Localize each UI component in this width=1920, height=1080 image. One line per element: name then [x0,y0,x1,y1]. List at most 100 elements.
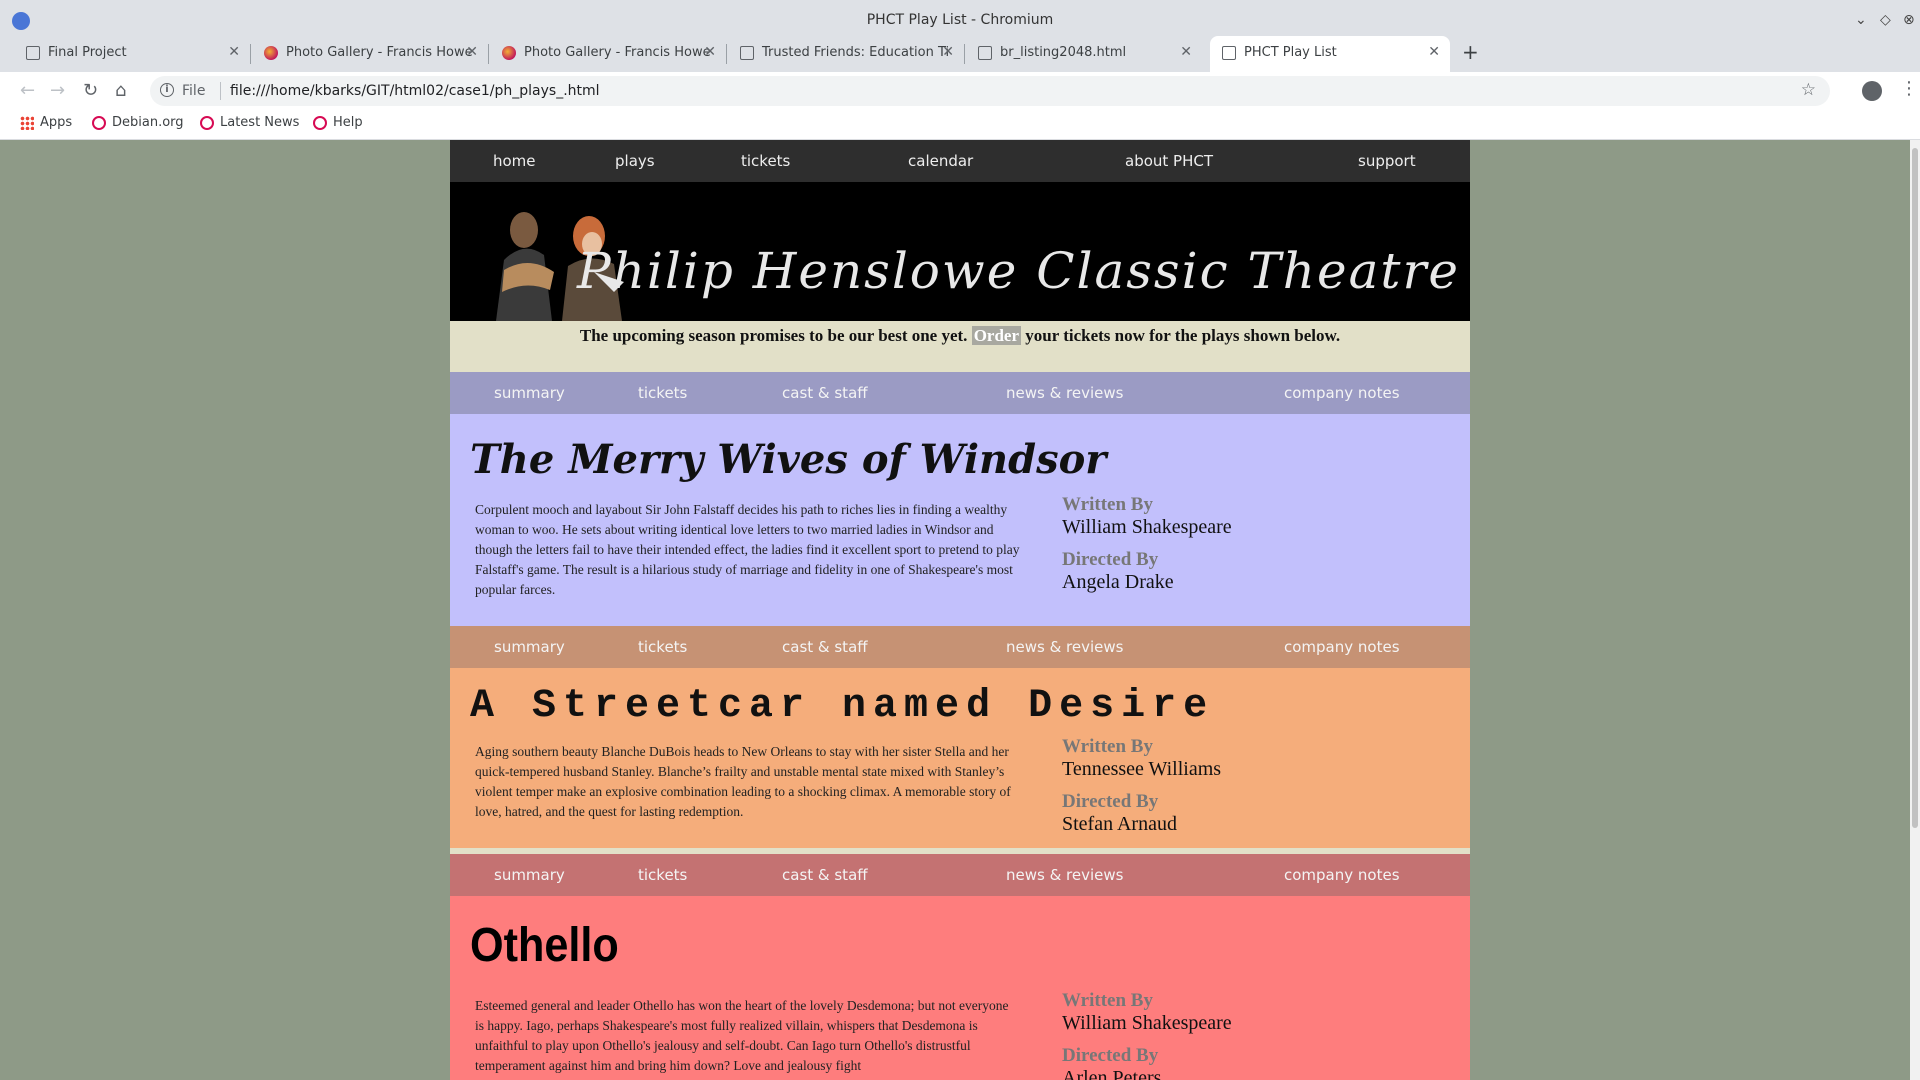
play-subnav-merry-wives: summary tickets cast & staff news & revi… [450,372,1470,414]
tab-final-project[interactable]: Final Project ✕ [14,36,250,72]
tab-label: br_listing2048.html [1000,45,1127,60]
nav-home[interactable]: home [493,152,536,170]
written-by-label: Written By [1062,736,1153,757]
restore-icon[interactable]: ◇ [1880,12,1891,28]
tab-label: PHCT Play List [1244,45,1337,60]
bookmark-apps[interactable]: Apps [20,115,72,130]
page-scrollbar[interactable] [1910,140,1920,1080]
nav-calendar[interactable]: calendar [908,152,973,170]
bookmark-latest-news[interactable]: Latest News [200,115,299,130]
subnav-news-reviews[interactable]: news & reviews [1006,866,1123,884]
bookmark-label: Debian.org [112,115,184,130]
reload-icon[interactable]: ↻ [83,80,98,101]
forward-arrow-icon[interactable]: → [50,80,65,101]
director-name: Arlen Peters [1062,1067,1162,1080]
tab-close-icon[interactable]: ✕ [942,44,954,60]
tab-trusted-friends[interactable]: Trusted Friends: Education Ti ✕ [728,36,964,72]
tab-label: Photo Gallery - Francis Howe [524,45,711,60]
bookmark-label: Apps [40,115,73,130]
debian-swirl-icon [200,116,214,130]
apps-grid-icon [20,116,34,130]
bookmark-label: Help [333,115,363,130]
url-text[interactable]: file:///home/kbarks/GIT/html02/case1/ph_… [230,83,600,99]
tab-close-icon[interactable]: ✕ [1180,44,1192,60]
subnav-tickets[interactable]: tickets [638,384,687,402]
browser-window: PHCT Play List - Chromium ⌄ ◇ ⊗ Final Pr… [0,0,1920,1080]
tab-photo-gallery-1[interactable]: Photo Gallery - Francis Howe ✕ [252,36,488,72]
phct-page: home plays tickets calendar about PHCT s… [450,140,1470,1080]
subnav-news-reviews[interactable]: news & reviews [1006,638,1123,656]
tab-label: Final Project [48,45,127,60]
subnav-summary[interactable]: summary [494,866,565,884]
info-icon[interactable]: i [160,83,174,97]
subnav-cast-staff[interactable]: cast & staff [782,866,868,884]
play-credits: Written By William Shakespeare Directed … [1062,990,1232,1080]
intro-highlight: Order [971,326,1022,345]
directed-by-label: Directed By [1062,1045,1159,1066]
play-credits: Written By Tennessee Williams Directed B… [1062,736,1221,846]
subnav-company-notes[interactable]: company notes [1284,384,1400,402]
tab-separator [964,44,965,64]
subnav-company-notes[interactable]: company notes [1284,866,1400,884]
close-window-icon[interactable]: ⊗ [1903,12,1915,28]
play-credits: Written By William Shakespeare Directed … [1062,494,1232,604]
profile-avatar-icon[interactable] [1862,81,1882,101]
tab-phct-play-list[interactable]: PHCT Play List ✕ [1210,36,1450,72]
kebab-menu-icon[interactable]: ⋮ [1900,78,1918,99]
play-summary: Corpulent mooch and layabout Sir John Fa… [475,502,1020,597]
play-title: The Merry Wives of Windsor [470,436,1107,483]
minimize-icon[interactable]: ⌄ [1855,12,1867,28]
subnav-cast-staff[interactable]: cast & staff [782,638,868,656]
tab-close-icon[interactable]: ✕ [704,44,716,60]
tab-close-icon[interactable]: ✕ [228,44,240,60]
nav-plays[interactable]: plays [615,152,655,170]
play-title: A Streetcar named Desire [470,684,1215,729]
url-scheme-label: File [182,83,206,99]
intro-text-before: The upcoming season promises to be our b… [579,326,968,345]
scrollbar-thumb[interactable] [1912,148,1918,828]
window-title: PHCT Play List - Chromium [866,12,1054,28]
document-icon [1222,46,1236,60]
subnav-company-notes[interactable]: company notes [1284,638,1400,656]
site-favicon-icon [264,46,278,60]
playwright-name: William Shakespeare [1062,516,1232,538]
play-merry-wives: The Merry Wives of Windsor Corpulent moo… [450,414,1470,626]
tab-close-icon[interactable]: ✕ [1428,44,1440,60]
written-by-label: Written By [1062,990,1153,1011]
director-name: Stefan Arnaud [1062,813,1177,835]
intro-text-after: your tickets now for the plays shown bel… [1025,326,1341,345]
nav-support[interactable]: support [1358,152,1416,170]
subnav-tickets[interactable]: tickets [638,866,687,884]
browser-toolbar: ← → ↻ ⌂ i File file:///home/kbarks/GIT/h… [0,72,1920,112]
subnav-tickets[interactable]: tickets [638,638,687,656]
subnav-summary[interactable]: summary [494,638,565,656]
site-banner: Philip Henslowe Classic Theatre [450,182,1470,321]
tab-close-icon[interactable]: ✕ [466,44,478,60]
nav-tickets[interactable]: tickets [741,152,790,170]
bookmark-help[interactable]: Help [313,115,363,130]
subnav-cast-staff[interactable]: cast & staff [782,384,868,402]
home-icon[interactable]: ⌂ [115,80,126,101]
tab-label: Photo Gallery - Francis Howe [286,45,473,60]
document-icon [740,46,754,60]
play-subnav-othello: summary tickets cast & staff news & revi… [450,854,1470,896]
play-othello: Othello Esteemed general and leader Othe… [450,896,1470,1080]
bookmark-star-icon[interactable]: ☆ [1801,80,1816,100]
address-bar[interactable]: i File file:///home/kbarks/GIT/html02/ca… [150,76,1830,106]
play-subnav-streetcar: summary tickets cast & staff news & revi… [450,626,1470,668]
tab-photo-gallery-2[interactable]: Photo Gallery - Francis Howe ✕ [490,36,726,72]
tab-br-listing[interactable]: br_listing2048.html ✕ [966,36,1202,72]
new-tab-button[interactable]: + [1462,40,1479,64]
tab-separator [250,44,251,64]
bookmark-debian[interactable]: Debian.org [92,115,184,130]
nav-about-phct[interactable]: about PHCT [1125,152,1213,170]
play-streetcar: A Streetcar named Desire Aging southern … [450,668,1470,854]
bookmark-label: Latest News [220,115,300,130]
tab-strip: Final Project ✕ Photo Gallery - Francis … [0,36,1920,72]
site-favicon-icon [502,46,516,60]
subnav-news-reviews[interactable]: news & reviews [1006,384,1123,402]
debian-swirl-icon [92,116,106,130]
site-main-nav: home plays tickets calendar about PHCT s… [450,140,1470,182]
subnav-summary[interactable]: summary [494,384,565,402]
back-arrow-icon[interactable]: ← [20,80,35,101]
